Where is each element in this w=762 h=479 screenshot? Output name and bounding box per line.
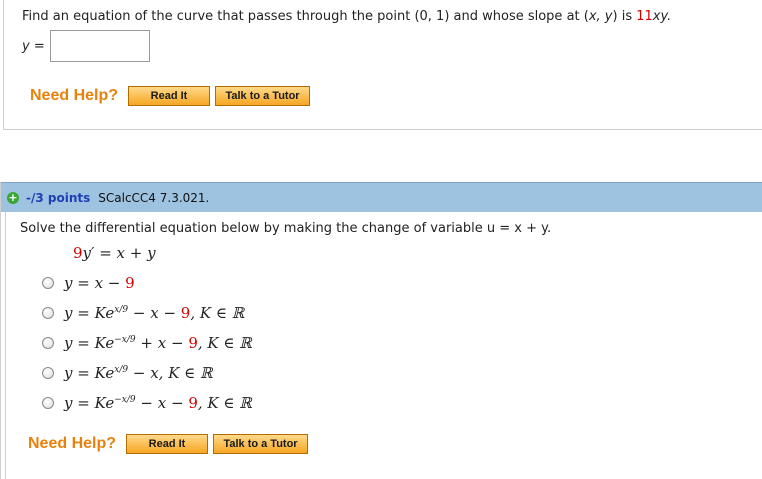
prompt-text: Find an equation of the curve that passe… bbox=[22, 9, 589, 24]
talk-to-tutor-button[interactable]: Talk to a Tutor bbox=[215, 86, 311, 106]
radio-button[interactable] bbox=[42, 397, 54, 409]
need-help-label: Need Help? bbox=[30, 87, 119, 104]
question-id: SCalcCC4 7.3.021. bbox=[98, 190, 210, 205]
prompt-end: xy. bbox=[652, 9, 672, 24]
need-help-bar-2: Need Help? Read It Talk to a Tutor bbox=[28, 434, 309, 454]
prompt-vars: x, y bbox=[588, 9, 613, 24]
answer-option-3[interactable]: y = Ke−x/9 + x − 9, K ∈ ℝ bbox=[42, 334, 252, 352]
question-1-panel: Find an equation of the curve that passe… bbox=[3, 0, 762, 130]
option-formula: y = Kex/9 − x, K ∈ ℝ bbox=[64, 364, 213, 382]
answer-label: y = bbox=[22, 38, 45, 54]
question-2-prompt: Solve the differential equation below by… bbox=[20, 221, 552, 236]
prompt-text-mid: ) is bbox=[612, 9, 637, 24]
answer-row: y = bbox=[22, 29, 150, 63]
equation-body: y′ = x + y bbox=[82, 244, 156, 262]
option-formula: y = x − 9 bbox=[64, 274, 135, 292]
radio-button[interactable] bbox=[42, 277, 54, 289]
answer-option-5[interactable]: y = Ke−x/9 − x − 9, K ∈ ℝ bbox=[42, 394, 252, 412]
talk-to-tutor-button[interactable]: Talk to a Tutor bbox=[213, 434, 309, 454]
read-it-button[interactable]: Read It bbox=[128, 86, 211, 106]
question-2-panel: + -/3 points SCalcCC4 7.3.021. Solve the… bbox=[0, 182, 762, 479]
differential-equation: 9y′ = x + y bbox=[73, 244, 156, 262]
answer-option-4[interactable]: y = Kex/9 − x, K ∈ ℝ bbox=[42, 364, 213, 382]
answer-option-1[interactable]: y = x − 9 bbox=[42, 274, 135, 292]
read-it-button[interactable]: Read It bbox=[126, 434, 209, 454]
option-formula: y = Kex/9 − x − 9, K ∈ ℝ bbox=[64, 304, 245, 322]
equation-coefficient: 9 bbox=[73, 244, 83, 262]
answer-option-2[interactable]: y = Kex/9 − x − 9, K ∈ ℝ bbox=[42, 304, 244, 322]
points-label[interactable]: -/3 points bbox=[26, 191, 90, 205]
need-help-label: Need Help? bbox=[28, 435, 117, 452]
question-1-prompt: Find an equation of the curve that passe… bbox=[22, 9, 671, 24]
option-formula: y = Ke−x/9 + x − 9, K ∈ ℝ bbox=[64, 334, 252, 352]
option-formula: y = Ke−x/9 − x − 9, K ∈ ℝ bbox=[64, 394, 252, 412]
need-help-bar: Need Help? Read It Talk to a Tutor bbox=[30, 86, 311, 106]
answer-input[interactable] bbox=[49, 30, 150, 62]
radio-button[interactable] bbox=[42, 337, 54, 349]
radio-button[interactable] bbox=[42, 307, 54, 319]
expand-plus-icon[interactable]: + bbox=[7, 191, 19, 204]
question-2-body: Solve the differential equation below by… bbox=[5, 212, 762, 479]
radio-button[interactable] bbox=[42, 367, 54, 379]
prompt-coefficient: 11 bbox=[636, 9, 653, 24]
question-2-header: + -/3 points SCalcCC4 7.3.021. bbox=[1, 182, 762, 212]
